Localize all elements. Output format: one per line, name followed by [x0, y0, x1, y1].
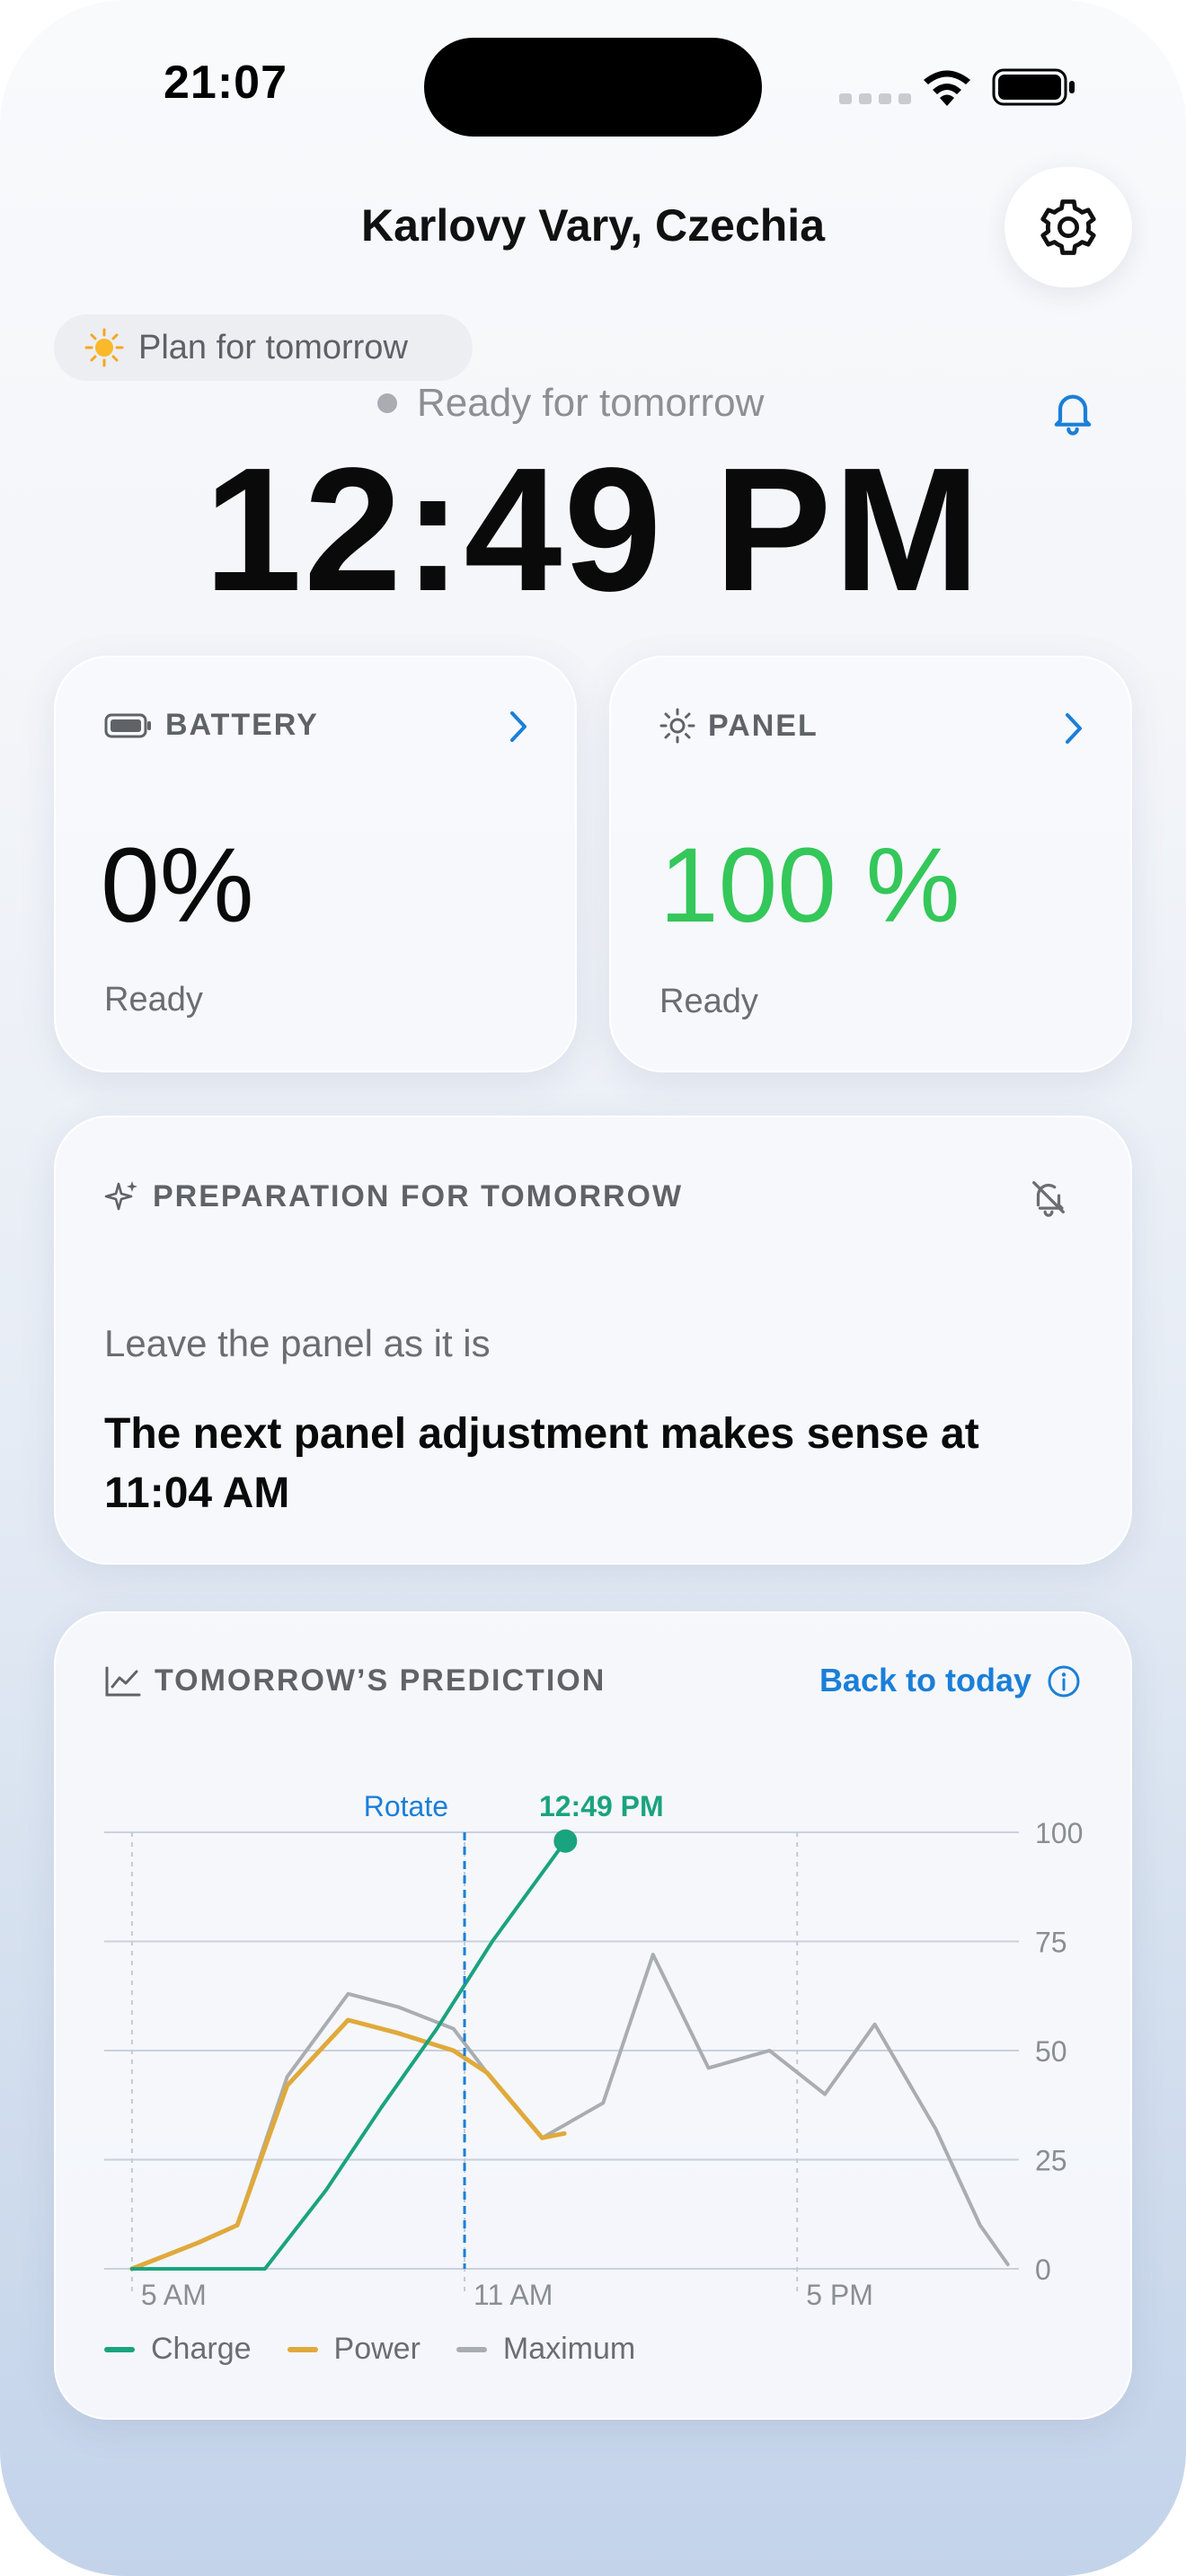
status-time: 21:07	[164, 57, 288, 109]
sun-icon	[84, 328, 124, 367]
y-tick-label: 75	[1035, 1927, 1067, 1959]
bell-icon[interactable]	[1048, 386, 1098, 437]
phone-screen: 21:07 Karlovy Vary, Czechia Plan for tom…	[0, 0, 1186, 2576]
legend-swatch-power	[287, 2346, 318, 2352]
preparation-card-header: PREPARATION FOR TOMORROW	[104, 1178, 683, 1214]
chevron-right-icon	[1066, 713, 1082, 744]
cellular-signal-icon	[839, 93, 911, 104]
panel-card-title: PANEL	[708, 708, 819, 743]
rotate-marker-label: Rotate	[364, 1790, 448, 1822]
x-tick-label: 11 AM	[474, 2279, 553, 2311]
y-tick-label: 100	[1035, 1817, 1083, 1849]
sparkles-icon	[104, 1181, 137, 1211]
y-tick-label: 0	[1035, 2254, 1051, 2286]
legend-item-maximum: Maximum	[456, 2332, 635, 2367]
x-tick-label: 5 PM	[806, 2279, 873, 2311]
bell-slash-icon[interactable]	[1028, 1177, 1069, 1218]
preparation-card-title: PREPARATION FOR TOMORROW	[153, 1178, 684, 1213]
battery-card-header: BATTERY	[104, 708, 319, 743]
series-line-maximum	[129, 1953, 1010, 2271]
legend-label-maximum: Maximum	[502, 2332, 636, 2366]
battery-card-title: BATTERY	[165, 708, 319, 742]
sun-outline-icon	[659, 708, 695, 744]
plan-pill-label: Plan for tomorrow	[138, 328, 408, 366]
prediction-card: TOMORROW’S PREDICTION Back to today 0 25 5…	[54, 1611, 1132, 2420]
status-dot	[377, 393, 397, 413]
battery-card[interactable]: BATTERY 0% Ready	[54, 656, 577, 1072]
preparation-action: Leave the panel as it is	[104, 1322, 491, 1364]
legend-label-charge: Charge	[151, 2332, 252, 2366]
x-tick-label: 5 AM	[141, 2279, 207, 2311]
prediction-chart: 0 25 50 75 100 5 AM 11 AM 5 PM Rotate 12:49 PM	[104, 1790, 1083, 2311]
battery-value: 0%	[101, 826, 254, 945]
panel-card[interactable]: PANEL 100 % Ready	[609, 656, 1132, 1072]
battery-state: Ready	[104, 981, 203, 1019]
prediction-time: 12:49 PM	[204, 431, 982, 628]
series-line-charge	[129, 1839, 568, 2271]
y-tick-label: 25	[1035, 2145, 1067, 2177]
preparation-card: PREPARATION FOR TOMORROW Leave the panel…	[54, 1116, 1132, 1565]
legend-swatch-charge	[104, 2346, 135, 2352]
legend-swatch-maximum	[456, 2346, 487, 2352]
now-marker-dot	[553, 1829, 578, 1853]
plan-for-tomorrow-pill[interactable]: Plan for tomorrow	[54, 314, 473, 381]
panel-state: Ready	[659, 983, 758, 1020]
battery-icon	[104, 713, 151, 737]
chart-legend: Charge Power Maximum	[104, 2332, 671, 2367]
panel-value: 100 %	[659, 826, 960, 945]
chevron-right-icon	[510, 711, 527, 742]
ready-status: Ready for tomorrow	[377, 381, 764, 426]
battery-status-icon	[992, 68, 1075, 106]
series-line-power	[129, 2017, 567, 2272]
legend-label-power: Power	[333, 2332, 420, 2366]
settings-button[interactable]	[1005, 167, 1132, 287]
panel-card-header: PANEL	[659, 708, 819, 744]
ready-status-text: Ready for tomorrow	[417, 381, 765, 425]
legend-item-power: Power	[287, 2332, 420, 2367]
dynamic-island	[424, 38, 762, 137]
wifi-icon	[924, 70, 970, 106]
now-marker-label: 12:49 PM	[539, 1790, 664, 1822]
legend-item-charge: Charge	[104, 2332, 252, 2367]
y-tick-label: 50	[1035, 2035, 1067, 2068]
gear-icon	[1040, 199, 1096, 255]
preparation-detail: The next panel adjustment makes sense at…	[104, 1410, 979, 1517]
